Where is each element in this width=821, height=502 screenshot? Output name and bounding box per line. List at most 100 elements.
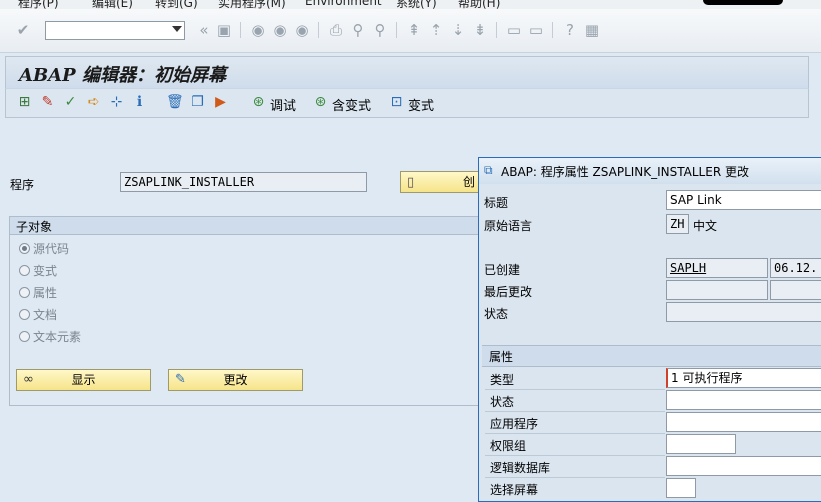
copy-icon[interactable]: ❐: [189, 94, 206, 111]
menu-bar: 程序(P) 编辑(E) 转到(G) 实用程序(M) Environment 系统…: [0, 0, 821, 9]
type-label: 类型: [490, 373, 515, 387]
menu-utilities[interactable]: 实用程序(M): [218, 0, 286, 9]
menu-program[interactable]: 程序(P): [18, 0, 59, 9]
document-icon: ▯: [407, 175, 415, 190]
back-icon[interactable]: ◉: [249, 21, 267, 39]
with-variant-button[interactable]: 含变式: [332, 95, 371, 114]
create-button-label: 创: [463, 175, 476, 189]
activate-icon[interactable]: ➪: [85, 94, 102, 111]
radio-label-variants: 变式: [33, 264, 58, 278]
shortcut-icon[interactable]: ▭: [527, 21, 545, 39]
separator: [496, 22, 497, 38]
logical-db-input[interactable]: [666, 456, 821, 476]
find-icon[interactable]: ⚲: [349, 21, 367, 39]
menu-help[interactable]: 帮助(H): [458, 0, 500, 9]
sap-logo: [703, 0, 783, 5]
application-input[interactable]: [666, 412, 821, 432]
pencil-icon: ✎: [175, 372, 186, 387]
menu-environment[interactable]: Environment: [305, 0, 382, 8]
selection-screen-input[interactable]: [666, 478, 696, 498]
system-toolbar: ✔ « ▣ ◉ ◉ ◉ ⎙ ⚲ ⚲ ⇞ ⇡ ⇣ ⇟ ▭ ▭ ? ▦: [0, 9, 821, 53]
original-language-name: 中文: [693, 219, 718, 233]
original-language-code: ZH: [666, 214, 689, 234]
radio-label-documentation: 文档: [33, 308, 58, 322]
selection-screen-label: 选择屏幕: [490, 483, 539, 497]
menu-system[interactable]: 系统(Y): [396, 0, 437, 9]
change-button-label: 更改: [223, 373, 248, 387]
execute-with-variant-icon[interactable]: ⊛: [312, 94, 329, 111]
radio-documentation[interactable]: [19, 309, 30, 320]
find-next-icon[interactable]: ⚲: [371, 21, 389, 39]
created-label: 已创建: [484, 263, 521, 277]
layout-menu-icon[interactable]: ▦: [583, 21, 601, 39]
cancel-icon[interactable]: ◉: [293, 21, 311, 39]
last-changed-date-field: [770, 280, 821, 300]
dialog-row-selection-screen: 选择屏幕: [485, 477, 821, 499]
radio-variants[interactable]: [19, 265, 30, 276]
title-input[interactable]: SAP Link: [666, 190, 821, 210]
new-session-icon[interactable]: ▭: [505, 21, 523, 39]
where-used-icon[interactable]: ⊹: [108, 94, 125, 111]
enter-icon[interactable]: ✔: [14, 21, 32, 39]
save-icon[interactable]: ▣: [215, 21, 233, 39]
next-page-icon[interactable]: ⇣: [449, 21, 467, 39]
previous-page-icon[interactable]: ⇡: [427, 21, 445, 39]
print-icon[interactable]: ⎙: [327, 21, 345, 39]
original-language-label: 原始语言: [484, 219, 533, 233]
program-input[interactable]: ZSAPLINK_INSTALLER: [120, 172, 367, 192]
create-button[interactable]: ▯ 创: [400, 171, 490, 193]
radio-label-text-elements: 文本元素: [33, 330, 82, 344]
dialog-title-bar: ⧉ ABAP: 程序属性 ZSAPLINK_INSTALLER 更改: [479, 158, 821, 184]
created-by-field: SAPLH: [666, 258, 768, 278]
info-icon[interactable]: ℹ: [131, 94, 148, 111]
program-label: 程序: [10, 178, 35, 192]
dialog-row-original-language: 原始语言: [479, 213, 821, 235]
delete-icon[interactable]: 🗑: [166, 94, 184, 111]
display-button-label: 显示: [71, 373, 96, 387]
back-double-icon[interactable]: «: [195, 21, 213, 39]
type-select[interactable]: 1 可执行程序: [666, 368, 821, 388]
last-changed-label: 最后更改: [484, 285, 533, 299]
check-icon[interactable]: ✓: [62, 94, 79, 111]
edit-pencil-icon[interactable]: ✎: [39, 94, 56, 111]
separator: [396, 22, 397, 38]
command-field[interactable]: [45, 21, 185, 40]
display-button[interactable]: ∞ 显示: [16, 369, 151, 391]
dialog-row-auth-group: 权限组: [485, 433, 821, 455]
execute-icon[interactable]: ▶: [212, 94, 229, 111]
status-label: 状态: [484, 307, 509, 321]
last-page-icon[interactable]: ⇟: [471, 21, 489, 39]
radio-attributes[interactable]: [19, 287, 30, 298]
logical-db-label: 逻辑数据库: [490, 461, 551, 475]
window-icon: ⧉: [484, 163, 493, 177]
object-list-icon[interactable]: ⊞: [16, 94, 33, 111]
debug-icon[interactable]: ⊛: [250, 94, 267, 111]
separator: [552, 22, 553, 38]
separator: [240, 22, 241, 38]
debug-button[interactable]: 调试: [270, 95, 296, 114]
auth-group-input[interactable]: [666, 434, 736, 454]
variant-button[interactable]: 变式: [408, 95, 434, 114]
attr-status-input[interactable]: [666, 390, 821, 410]
last-changed-by-field: [666, 280, 768, 300]
subobjects-header: 子对象: [9, 216, 485, 235]
separator: [318, 22, 319, 38]
attr-status-label: 状态: [490, 395, 515, 409]
first-page-icon[interactable]: ⇞: [405, 21, 423, 39]
attributes-header: 属性: [489, 350, 514, 364]
radio-source-code[interactable]: [19, 243, 30, 254]
variant-icon[interactable]: ⊡: [388, 94, 405, 111]
glasses-icon: ∞: [23, 372, 34, 387]
exit-icon[interactable]: ◉: [271, 21, 289, 39]
help-icon[interactable]: ?: [561, 21, 579, 39]
application-toolbar: ⊞ ✎ ✓ ➪ ⊹ ℹ 🗑 ❐ ▶ ⊛ 调试 ⊛ 含变式 ⊡ 变式: [5, 88, 809, 118]
menu-edit[interactable]: 编辑(E): [92, 0, 133, 9]
screen-title-bar: ABAP 编辑器：初始屏幕: [5, 56, 809, 88]
radio-text-elements[interactable]: [19, 331, 30, 342]
radio-label-source-code: 源代码: [33, 242, 70, 256]
chevron-down-icon[interactable]: [172, 26, 182, 32]
change-button[interactable]: ✎ 更改: [168, 369, 303, 391]
menu-goto[interactable]: 转到(G): [155, 0, 198, 9]
title-label: 标题: [484, 196, 509, 210]
created-date-field: 06.12.: [770, 258, 821, 278]
